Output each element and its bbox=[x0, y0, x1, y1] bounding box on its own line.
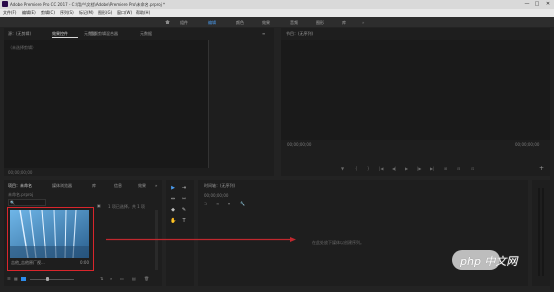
watermark: php 中文网 bbox=[452, 250, 548, 270]
drag-arrow-annotation bbox=[106, 237, 296, 242]
watermark-text: php 中文网 bbox=[460, 255, 518, 268]
